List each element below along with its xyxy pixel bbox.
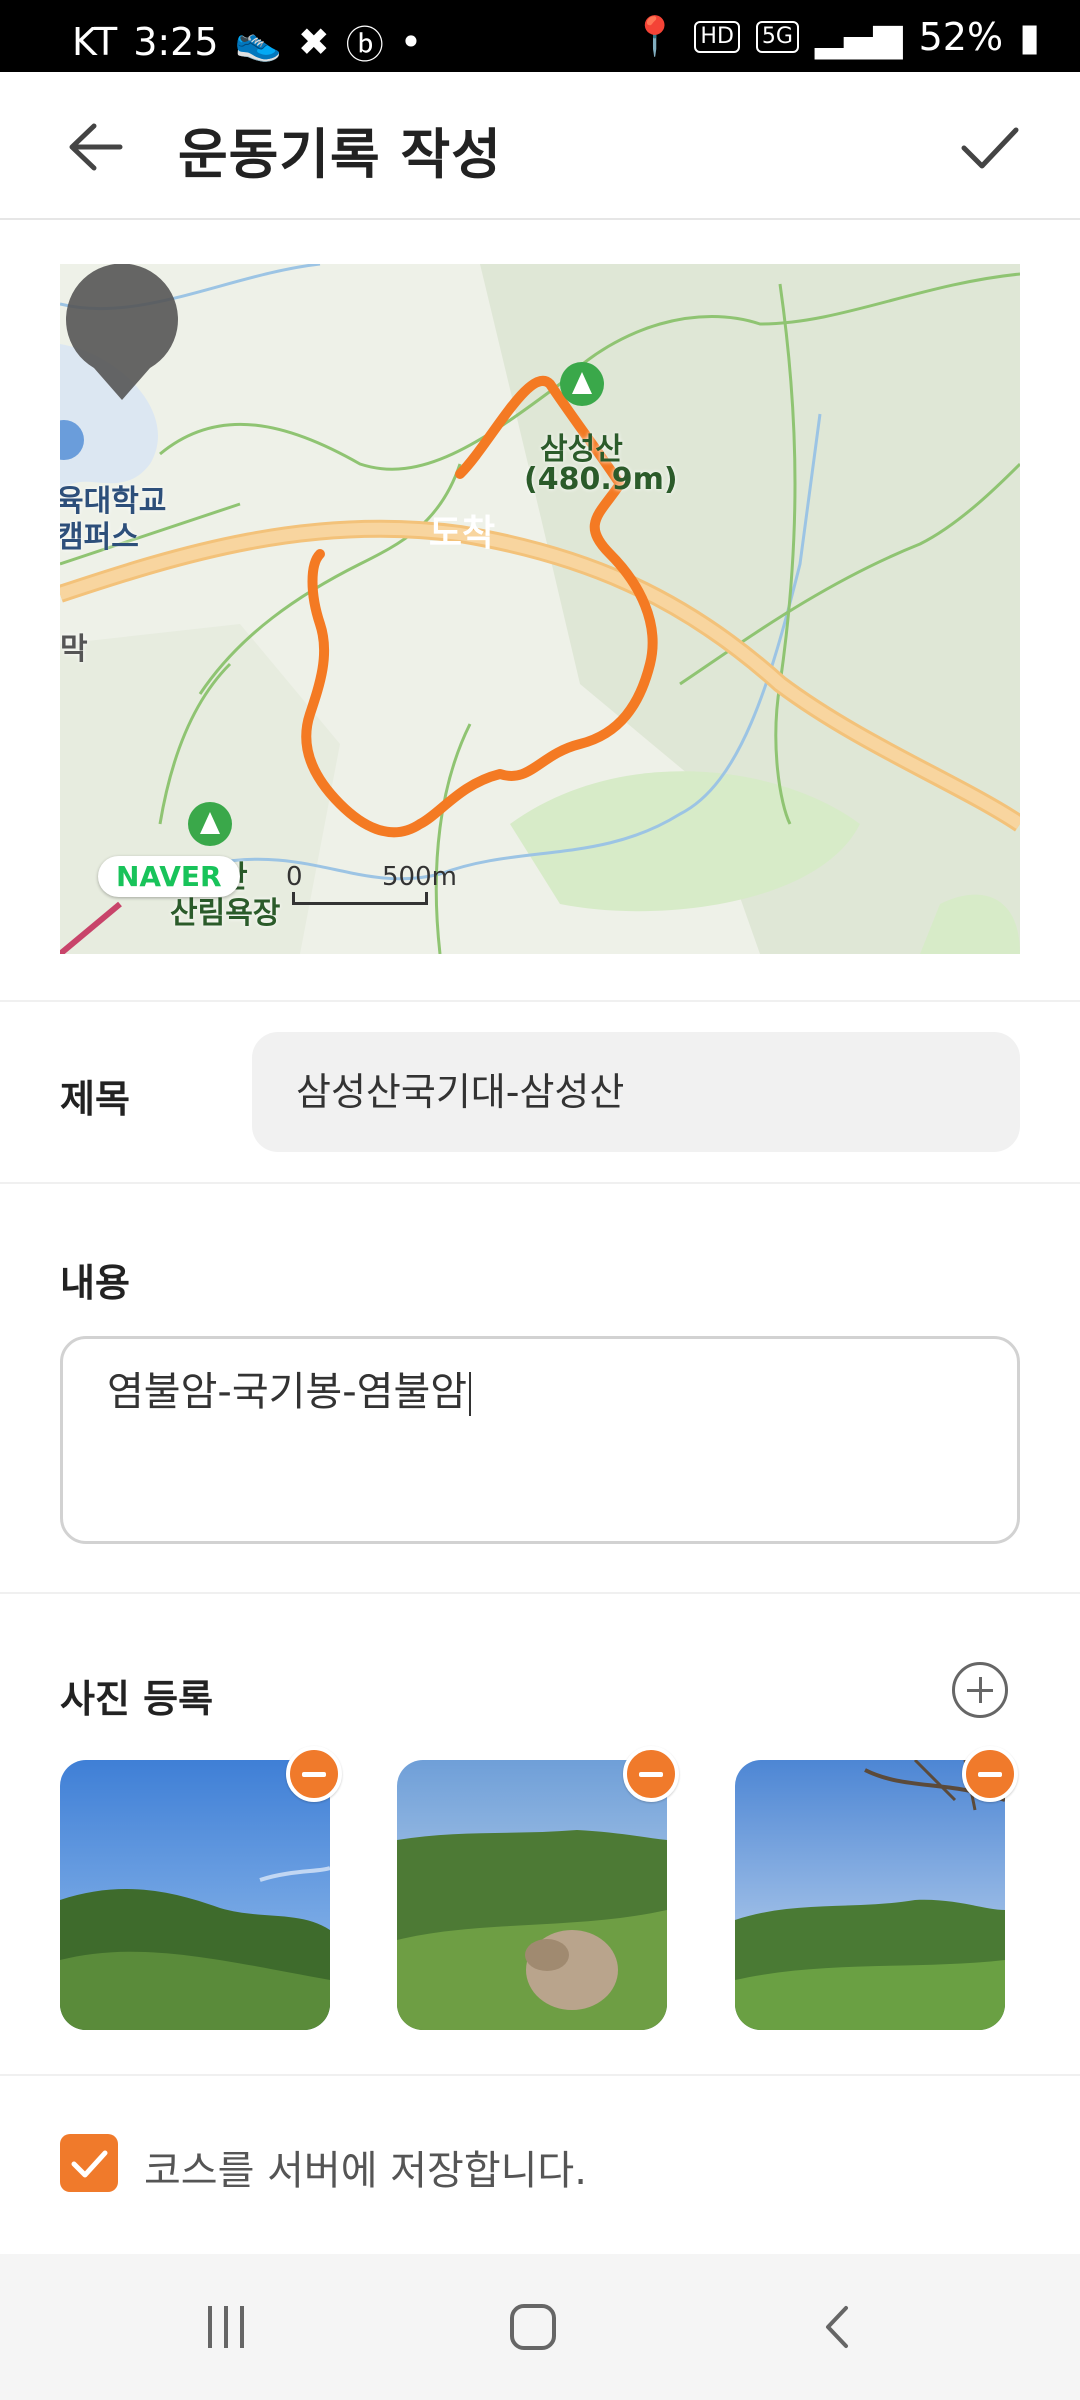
arrival-pin-icon <box>66 264 178 400</box>
time-label: 3:25 <box>133 19 219 64</box>
map-scale-bar <box>292 892 428 905</box>
content-text: 염불암-국기봉-염불암 <box>107 1369 468 1415</box>
remove-photo-3-button[interactable] <box>962 1746 1018 1802</box>
scale-distance-label: 500m <box>382 862 457 892</box>
app-header: 운동기록 작성 <box>0 72 1080 220</box>
title-label: 제목 <box>60 1077 130 1121</box>
carrier-label: KT <box>72 19 118 64</box>
mountain-photo-1 <box>60 1760 330 2030</box>
recent-apps-icon <box>208 2306 212 2348</box>
photo-thumbnail-1[interactable] <box>60 1760 330 2030</box>
location-icon: 📍 <box>631 14 679 58</box>
divider <box>0 1592 1080 1594</box>
check-icon <box>961 127 1019 169</box>
text-caret <box>469 1372 472 1416</box>
map-label-left: 막 <box>60 632 88 667</box>
add-photo-button[interactable] <box>952 1662 1008 1718</box>
map-label-campus-2: 캠퍼스 <box>60 520 139 555</box>
divider <box>0 2074 1080 2076</box>
content-label: 내용 <box>60 1261 130 1305</box>
b-app-icon: ⓑ <box>345 23 384 67</box>
peak-label-elevation: (480.9m) <box>524 462 678 497</box>
home-button[interactable] <box>510 2304 556 2350</box>
content-textarea[interactable]: 염불암-국기봉-염불암 <box>60 1336 1020 1544</box>
photos-label: 사진 등록 <box>60 1677 214 1721</box>
back-button[interactable] <box>60 112 140 182</box>
scale-zero-label: 0 <box>286 862 303 892</box>
photo-thumbnail-3[interactable] <box>735 1760 1005 2030</box>
mountain-photo-3 <box>735 1760 1005 2030</box>
battery-icon: ▮ <box>1019 14 1040 59</box>
title-input[interactable]: 삼성산국기대-삼성산 <box>252 1032 1020 1152</box>
dot-icon: • <box>399 19 423 64</box>
arrival-pin-label: 도착 <box>428 513 496 554</box>
check-icon <box>71 2150 108 2178</box>
recent-apps-button[interactable] <box>208 2306 254 2348</box>
divider <box>0 1182 1080 1184</box>
route-map[interactable]: 삼성산 (480.9m) 육대학교 캠퍼스 막 산 산림욕장 NAVER 0 5… <box>60 264 1020 954</box>
page-title: 운동기록 작성 <box>178 123 502 186</box>
battery-label: 52% <box>918 14 1004 59</box>
status-bar: KT 3:25 👟 ✖ ⓑ • 📍 HD 5G ▂▄▆ 52% ▮ <box>0 0 1080 72</box>
remove-photo-2-button[interactable] <box>623 1746 679 1802</box>
map-canvas <box>60 264 1020 954</box>
arrow-left-icon <box>69 123 123 171</box>
save-course-checkbox[interactable] <box>60 2134 118 2192</box>
confirm-button[interactable] <box>950 112 1030 182</box>
shoe-icon: 👟 <box>234 19 282 63</box>
signal-icon: ▂▄▆ <box>814 14 903 59</box>
mountain-photo-2 <box>397 1760 667 2030</box>
x-app-icon: ✖ <box>297 19 330 64</box>
photo-thumbnail-2[interactable] <box>397 1760 667 2030</box>
remove-photo-1-button[interactable] <box>286 1746 342 1802</box>
5g-badge: 5G <box>755 20 799 53</box>
save-course-label[interactable]: 코스를 서버에 저장합니다. <box>144 2138 587 2196</box>
system-back-button[interactable] <box>814 2302 864 2352</box>
system-nav-bar <box>0 2254 1080 2400</box>
naver-logo: NAVER <box>98 856 240 897</box>
chevron-left-icon <box>826 2306 848 2348</box>
hd-badge: HD <box>694 20 740 53</box>
divider <box>0 1000 1080 1002</box>
